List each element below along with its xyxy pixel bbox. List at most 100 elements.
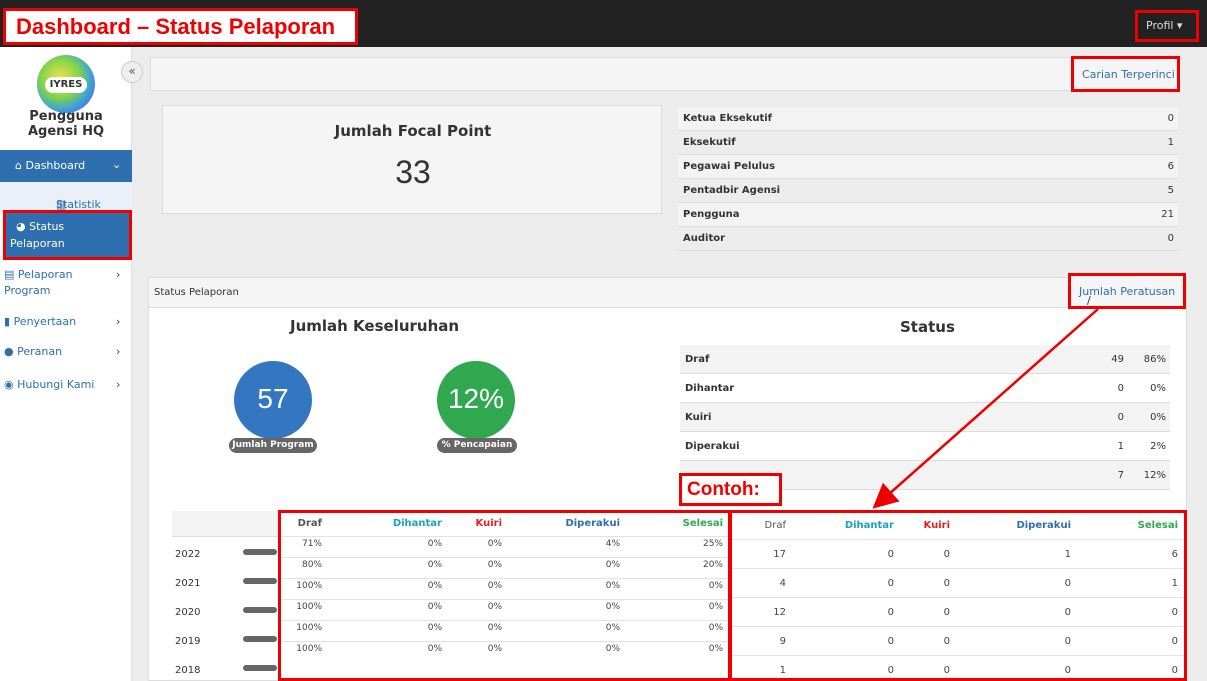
status-label: Draf bbox=[685, 354, 710, 365]
sidebar-item-label: Dashboard bbox=[25, 159, 86, 172]
logo-text: IYRES bbox=[45, 77, 87, 93]
role-label: Eksekutif bbox=[683, 137, 736, 148]
collapse-sidebar-icon[interactable]: « bbox=[121, 61, 143, 83]
year-progress-bar bbox=[243, 578, 277, 584]
count-header: Diperakui bbox=[1016, 520, 1071, 531]
total-programs-label: Jumlah Program bbox=[229, 438, 317, 453]
count-cell: 0 bbox=[1171, 665, 1178, 676]
count-table: Draf Dihantar Kuiri Diperakui Selesai 17 0 0 1 6 4… bbox=[729, 510, 1187, 681]
row-divider bbox=[281, 536, 728, 537]
status-pct: 0% bbox=[1150, 383, 1166, 394]
table-row: Pengguna 21 bbox=[678, 203, 1178, 227]
toggle-separator: / bbox=[1087, 294, 1091, 307]
achievement-circle: 12% bbox=[437, 361, 515, 439]
status-count: 0 bbox=[1117, 383, 1124, 394]
status-pct: 2% bbox=[1150, 441, 1166, 452]
search-bar bbox=[150, 57, 1178, 91]
chevron-right-icon: › bbox=[116, 268, 121, 281]
percentage-cell: 0% bbox=[487, 602, 502, 612]
percentage-cell: 0% bbox=[487, 644, 502, 654]
count-cell: 0 bbox=[1064, 636, 1071, 647]
row-divider bbox=[732, 655, 1184, 656]
role-label: Pentadbir Agensi bbox=[683, 185, 781, 196]
page-title-box: Dashboard – Status Pelaporan bbox=[3, 8, 358, 45]
sidebar-item-label: Hubungi Kami bbox=[17, 378, 95, 391]
chevron-right-icon: › bbox=[116, 345, 121, 358]
row-divider bbox=[281, 641, 728, 642]
count-cell: 4 bbox=[779, 578, 786, 589]
percentage-cell: 0% bbox=[427, 623, 442, 633]
count-header: Dihantar bbox=[844, 520, 894, 531]
count-percentage-toggle: Jumlah / Peratusan bbox=[1068, 273, 1186, 309]
percentage-cell: 0% bbox=[605, 602, 620, 612]
percentage-cell: 0% bbox=[487, 581, 502, 591]
percentage-cell: 0% bbox=[487, 539, 502, 549]
percentage-cell: 80% bbox=[301, 560, 322, 570]
percentage-cell: 0% bbox=[487, 623, 502, 633]
toggle-peratusan-link[interactable]: Peratusan bbox=[1120, 285, 1175, 298]
focal-point-value: 33 bbox=[395, 154, 431, 190]
status-count: 7 bbox=[1117, 470, 1124, 481]
status-pct: 0% bbox=[1150, 412, 1166, 423]
table-row: Draf 49 86% bbox=[680, 345, 1170, 374]
percentage-cell: 25% bbox=[702, 539, 723, 549]
user-icon: ● bbox=[4, 345, 18, 358]
row-divider bbox=[732, 597, 1184, 598]
profile-menu-button[interactable]: Profil ▾ bbox=[1135, 10, 1199, 42]
sidebar-item-peranan[interactable]: ● Peranan › bbox=[0, 344, 132, 362]
count-cell: 0 bbox=[1171, 636, 1178, 647]
percentage-cell: 0% bbox=[427, 560, 442, 570]
file-icon: ▮ bbox=[4, 315, 14, 328]
sidebar-item-label: Status bbox=[29, 220, 65, 233]
sidebar-item-statistik[interactable]: ▥ Statistik bbox=[0, 182, 132, 212]
count-cell: 0 bbox=[887, 636, 894, 647]
row-divider bbox=[732, 626, 1184, 627]
panel-title: Status Pelaporan bbox=[154, 287, 239, 298]
percentage-cell: 100% bbox=[296, 581, 322, 591]
sidebar-item-pelaporan-program[interactable]: ▤ Pelaporan Program › bbox=[0, 267, 132, 299]
percentage-cell: 0% bbox=[605, 644, 620, 654]
count-cell: 0 bbox=[1064, 607, 1071, 618]
percentage-cell: 100% bbox=[296, 602, 322, 612]
count-cell: 17 bbox=[773, 549, 786, 560]
year-label: 2021 bbox=[175, 578, 201, 589]
row-divider bbox=[281, 620, 728, 621]
status-pct: 12% bbox=[1143, 470, 1166, 481]
year-progress-bar bbox=[243, 549, 277, 555]
achievement-label: % Pencapaian bbox=[437, 438, 517, 453]
status-pct: 86% bbox=[1143, 354, 1166, 365]
pie-icon: ◕ bbox=[16, 220, 30, 233]
count-cell: 0 bbox=[1171, 607, 1178, 618]
count-cell: 0 bbox=[943, 665, 950, 676]
toggle-jumlah-link[interactable]: Jumlah bbox=[1079, 285, 1117, 298]
table-row: Dihantar 0 0% bbox=[680, 374, 1170, 403]
percentage-table: Draf Dihantar Kuiri Diperakui Selesai 71% 0% 0%… bbox=[278, 510, 731, 681]
overall-title: Jumlah Keseluruhan bbox=[290, 317, 460, 335]
example-label-box: Contoh: bbox=[679, 473, 782, 506]
percentage-cell: 0% bbox=[427, 644, 442, 654]
sidebar-item-hubungi-kami[interactable]: ◉ Hubungi Kami › bbox=[0, 377, 132, 395]
table-row: Diperakui 1 2% bbox=[680, 432, 1170, 461]
count-cell: 12 bbox=[773, 607, 786, 618]
advanced-search-label: Carian Terperinci bbox=[1082, 68, 1175, 81]
sidebar-item-penyertaan[interactable]: ▮ Penyertaan › bbox=[0, 314, 132, 332]
panel-header: Status Pelaporan bbox=[149, 278, 1186, 308]
percentage-cell: 0% bbox=[708, 623, 723, 633]
status-label: Diperakui bbox=[685, 441, 740, 452]
table-row: Kuiri 0 0% bbox=[680, 403, 1170, 432]
role-label: Pengguna bbox=[683, 209, 740, 220]
row-divider bbox=[281, 599, 728, 600]
count-cell: 0 bbox=[887, 665, 894, 676]
role-label: Auditor bbox=[683, 233, 726, 244]
sidebar-item-label-line2: Pelaporan bbox=[10, 237, 65, 250]
count-cell: 0 bbox=[887, 607, 894, 618]
sidebar-item-dashboard[interactable]: ⌂ Dashboard ⌄ bbox=[0, 150, 132, 182]
advanced-search-link[interactable]: Carian Terperinci bbox=[1071, 56, 1180, 92]
percentage-cell: 0% bbox=[427, 602, 442, 612]
percentage-header: Kuiri bbox=[475, 518, 502, 529]
role-value: 6 bbox=[1167, 161, 1174, 172]
row-divider bbox=[281, 557, 728, 558]
count-cell: 0 bbox=[1064, 578, 1071, 589]
sidebar-item-status-pelaporan[interactable]: ◕ Status Pelaporan bbox=[3, 210, 132, 260]
count-cell: 0 bbox=[943, 636, 950, 647]
